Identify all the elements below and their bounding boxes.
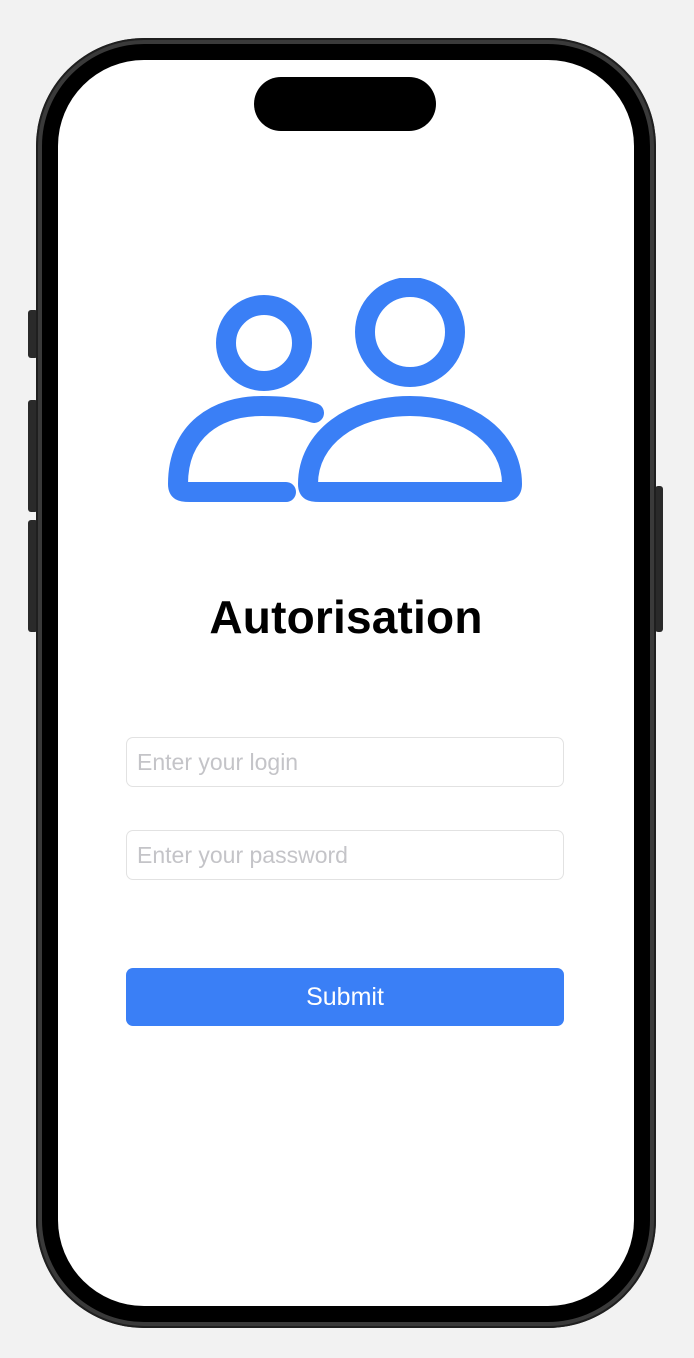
app-screen: Autorisation Submit (58, 60, 634, 1306)
device-mockup: Autorisation Submit (0, 0, 694, 1358)
submit-button[interactable]: Submit (126, 968, 564, 1026)
password-input[interactable] (126, 830, 564, 880)
login-input[interactable] (126, 737, 564, 787)
dynamic-island (254, 77, 436, 131)
page-title: Autorisation (209, 591, 483, 643)
two-users-icon (168, 278, 522, 502)
power-button (655, 486, 663, 632)
